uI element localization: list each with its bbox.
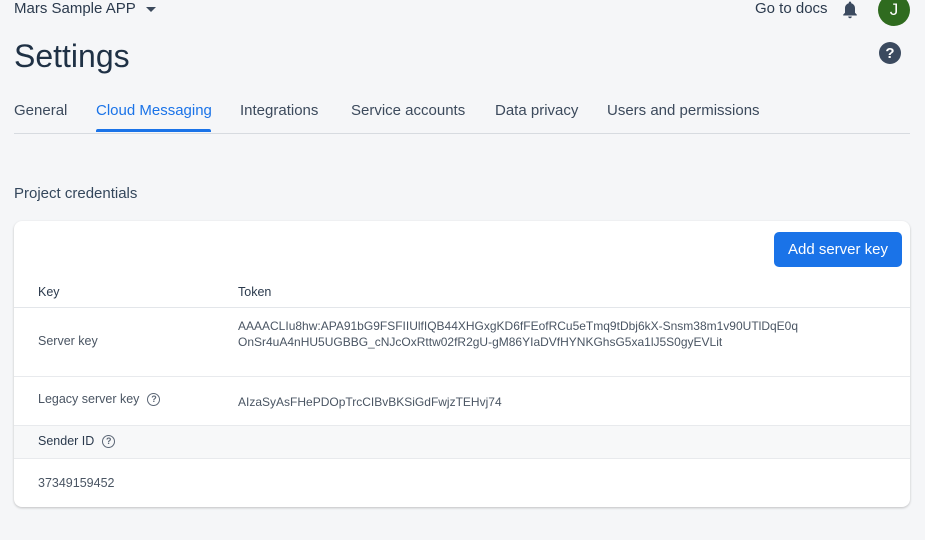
add-server-key-button[interactable]: Add server key	[774, 232, 902, 267]
sender-id-value[interactable]: 37349159452	[38, 476, 114, 490]
legacy-server-key-text: Legacy server key	[38, 392, 140, 406]
tab-users-and-permissions[interactable]: Users and permissions	[607, 102, 760, 119]
page-title: Settings	[14, 38, 130, 74]
project-name: Mars Sample APP	[14, 0, 136, 17]
column-header-key: Key	[38, 285, 60, 299]
project-switcher[interactable]: Mars Sample APP	[14, 0, 156, 17]
help-icon[interactable]: ?	[879, 42, 901, 64]
sender-id-label: Sender ID ?	[38, 434, 116, 448]
column-header-token: Token	[238, 285, 272, 299]
server-key-token[interactable]: AAAACLIu8hw:APA91bG9FSFIIUlfIQB44XHGxgKD…	[238, 318, 798, 350]
tab-data-privacy[interactable]: Data privacy	[495, 102, 578, 119]
tab-integrations[interactable]: Integrations	[240, 102, 318, 119]
table-row: 37349159452	[14, 459, 910, 507]
legacy-server-key-label: Legacy server key ?	[38, 392, 161, 406]
settings-tabs: General Cloud Messaging Integrations Ser…	[14, 100, 910, 134]
bell-icon[interactable]	[841, 0, 859, 20]
tab-cloud-messaging[interactable]: Cloud Messaging	[96, 102, 212, 119]
sender-id-text: Sender ID	[38, 434, 95, 448]
credentials-card: Add server key Key Token Server key AAAA…	[14, 221, 910, 507]
server-key-label: Server key	[38, 334, 98, 348]
tab-service-accounts[interactable]: Service accounts	[351, 102, 465, 119]
table-row: Legacy server key ? AIzaSyAsFHePDOpTrcCI…	[14, 377, 910, 426]
table-header: Key Token	[14, 278, 910, 308]
avatar[interactable]: J	[878, 0, 910, 26]
go-to-docs-link[interactable]: Go to docs	[755, 0, 828, 17]
top-bar: Mars Sample APP Go to docs J	[0, 0, 925, 26]
section-title: Project credentials	[14, 185, 138, 202]
question-circle-icon[interactable]: ?	[147, 392, 161, 406]
table-row: Server key AAAACLIu8hw:APA91bG9FSFIIUlfI…	[14, 308, 910, 377]
tab-general[interactable]: General	[14, 102, 67, 119]
question-circle-icon[interactable]: ?	[102, 434, 116, 448]
chevron-down-icon	[145, 6, 156, 12]
active-tab-indicator	[96, 129, 211, 132]
sender-id-header: Sender ID ?	[14, 426, 910, 459]
legacy-server-key-token[interactable]: AIzaSyAsFHePDOpTrcCIBvBKSiGdFwjzTEHvj74	[238, 394, 798, 410]
